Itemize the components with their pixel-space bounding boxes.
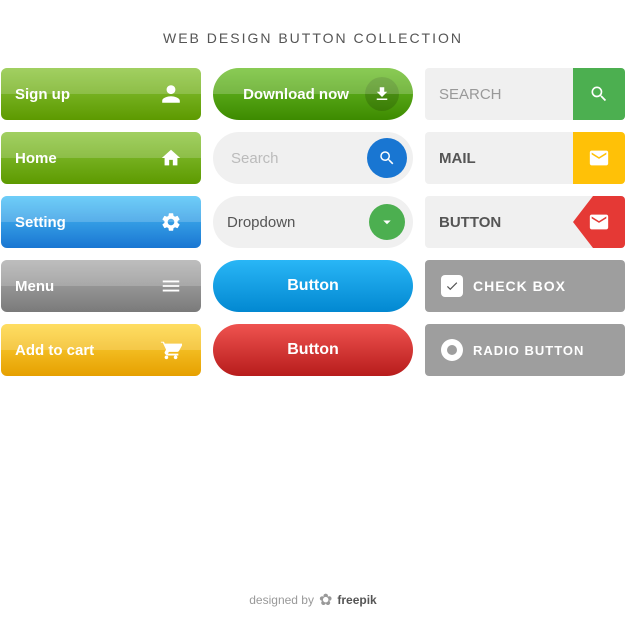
add-to-cart-label: Add to cart bbox=[15, 342, 155, 359]
page-title: WEB DESIGN BUTTON COLLECTION bbox=[163, 30, 463, 46]
radio-circle bbox=[441, 339, 463, 361]
signup-label: Sign up bbox=[15, 86, 155, 103]
add-to-cart-button[interactable]: Add to cart bbox=[1, 324, 201, 376]
search-bar-1[interactable]: SEARCH bbox=[425, 68, 625, 120]
search-placeholder: SEARCH bbox=[425, 86, 573, 103]
dropdown-label: Dropdown bbox=[213, 214, 369, 231]
menu-button[interactable]: Menu bbox=[1, 260, 201, 312]
home-label: Home bbox=[15, 150, 155, 167]
download-label: Download now bbox=[227, 86, 365, 103]
cart-icon bbox=[155, 334, 187, 366]
download-icon bbox=[365, 77, 399, 111]
freepik-logo: ✿ bbox=[319, 590, 332, 610]
checkbox-button[interactable]: CHECK BOX bbox=[425, 260, 625, 312]
footer-brand: freepik bbox=[337, 593, 376, 607]
pill-button-1-label: Button bbox=[287, 277, 339, 295]
setting-button[interactable]: Setting bbox=[1, 196, 201, 248]
home-button[interactable]: Home bbox=[1, 132, 201, 184]
radio-inner bbox=[447, 345, 457, 355]
dropdown-button[interactable]: Dropdown bbox=[213, 196, 413, 248]
pill-button-2-label: Button bbox=[287, 341, 339, 359]
search2-icon[interactable] bbox=[367, 138, 407, 178]
radio-button[interactable]: RADIO BUTTON bbox=[425, 324, 625, 376]
download-button[interactable]: Download now bbox=[213, 68, 413, 120]
footer: designed by ✿ freepik bbox=[249, 590, 376, 610]
setting-label: Setting bbox=[15, 214, 155, 231]
checkbox-label: CHECK BOX bbox=[473, 278, 566, 294]
checkbox-check bbox=[441, 275, 463, 297]
button-grid: Sign up Download now SEARCH Home Search … bbox=[0, 68, 626, 376]
mail-button[interactable]: MAIL bbox=[425, 132, 625, 184]
radio-label: RADIO BUTTON bbox=[473, 343, 584, 358]
settings-icon bbox=[155, 206, 187, 238]
pill-button-1[interactable]: Button bbox=[213, 260, 413, 312]
dropdown-icon bbox=[369, 204, 405, 240]
red-mail-icon bbox=[573, 196, 625, 248]
menu-label: Menu bbox=[15, 278, 155, 295]
button-label: BUTTON bbox=[425, 214, 573, 231]
search2-placeholder: Search bbox=[213, 150, 367, 167]
search-bar-2[interactable]: Search bbox=[213, 132, 413, 184]
mail-icon bbox=[573, 132, 625, 184]
signup-button[interactable]: Sign up bbox=[1, 68, 201, 120]
button-red-mail[interactable]: BUTTON bbox=[425, 196, 625, 248]
search-button-icon[interactable] bbox=[573, 68, 625, 120]
pill-button-2[interactable]: Button bbox=[213, 324, 413, 376]
mail-label: MAIL bbox=[425, 150, 573, 167]
footer-text: designed by bbox=[249, 593, 314, 607]
user-icon bbox=[155, 78, 187, 110]
menu-icon bbox=[155, 270, 187, 302]
home-icon bbox=[155, 142, 187, 174]
